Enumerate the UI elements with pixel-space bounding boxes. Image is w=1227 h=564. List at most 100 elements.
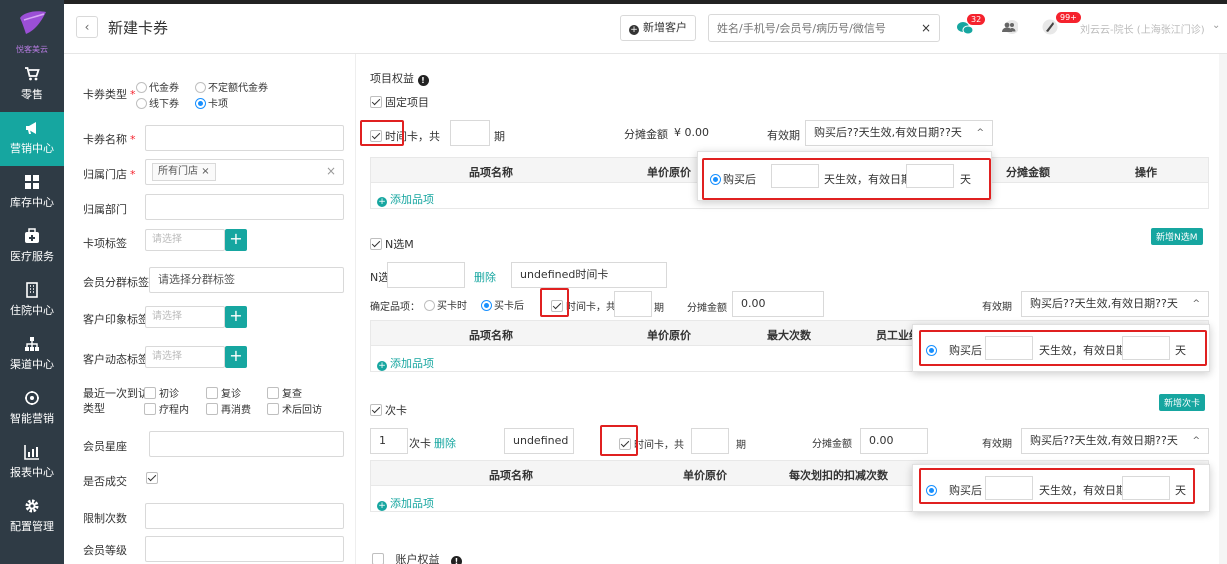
- back-button[interactable]: ‹: [76, 16, 98, 38]
- level-input[interactable]: [145, 536, 344, 562]
- count-name-input[interactable]: undefined: [504, 428, 574, 454]
- chevron-down-icon[interactable]: ⌄: [1212, 20, 1220, 31]
- card-type-unfixed-voucher[interactable]: 不定额代金券: [195, 79, 268, 94]
- count-alloc-input[interactable]: 0.00: [860, 428, 928, 454]
- visit-in-course[interactable]: 疗程内: [144, 401, 189, 416]
- radio[interactable]: [136, 82, 147, 93]
- radio-selected[interactable]: [195, 98, 206, 109]
- nm-n-input[interactable]: [387, 262, 465, 288]
- nm-alloc-input[interactable]: 0.00: [732, 291, 824, 317]
- search-input[interactable]: [709, 15, 909, 41]
- visit-reconsume[interactable]: 再消费: [206, 401, 251, 416]
- count-card-toggle[interactable]: 次卡: [370, 402, 407, 418]
- checkbox-checked[interactable]: [370, 404, 382, 416]
- info-icon[interactable]: !: [417, 75, 429, 86]
- sidebar: 悦客美云 零售 营销中心 库存中心 医疗服务 住院中心 渠道中心 智能营销 报表…: [0, 0, 64, 564]
- checkbox-checked[interactable]: [370, 96, 382, 108]
- count-delete-link[interactable]: 删除: [434, 435, 456, 451]
- visit-return[interactable]: 复诊: [206, 385, 241, 400]
- nm-delete-link[interactable]: 删除: [474, 269, 496, 285]
- sidebar-item-smart-marketing[interactable]: 智能营销: [0, 382, 64, 436]
- checkbox[interactable]: [267, 387, 279, 399]
- count-period-input[interactable]: [691, 428, 729, 454]
- count-valid-select[interactable]: 购买后??天生效,有效日期??天 ^: [1021, 428, 1209, 454]
- user-name[interactable]: 刘云云-院长 (上海张江门诊): [1080, 21, 1205, 36]
- fixed-add-item-button[interactable]: + 添加品项: [377, 191, 434, 207]
- visit-first[interactable]: 初诊: [144, 385, 179, 400]
- dynamic-select[interactable]: 请选择: [145, 346, 225, 368]
- card-name-input[interactable]: [145, 125, 344, 151]
- nm-name-input[interactable]: undefined时间卡: [511, 262, 667, 288]
- sidebar-item-config[interactable]: 配置管理: [0, 490, 64, 544]
- sidebar-item-reports[interactable]: 报表中心: [0, 436, 64, 490]
- star-input[interactable]: [149, 431, 344, 457]
- card-type-label: 卡券类型 *: [83, 88, 136, 101]
- count-input[interactable]: 1: [370, 428, 408, 454]
- checkbox-checked[interactable]: [370, 238, 382, 250]
- customer-search[interactable]: ×: [708, 14, 940, 42]
- clear-icon[interactable]: ×: [326, 164, 336, 178]
- sidebar-item-inpatient[interactable]: 住院中心: [0, 274, 64, 328]
- fixed-valid-select[interactable]: 购买后??天生效,有效日期??天 ^: [805, 120, 993, 146]
- nm-opt-buy-time[interactable]: 买卡时: [424, 297, 467, 312]
- nm-valid-select[interactable]: 购买后??天生效,有效日期??天 ^: [1021, 291, 1209, 317]
- notification-icon[interactable]: [1042, 19, 1058, 35]
- sidebar-item-marketing[interactable]: 营销中心: [0, 112, 64, 166]
- radio[interactable]: [195, 82, 206, 93]
- checkbox[interactable]: [206, 403, 218, 415]
- visit-recheck[interactable]: 复查: [267, 385, 302, 400]
- new-customer-button[interactable]: + 新增客户: [620, 15, 696, 41]
- card-type-card[interactable]: 卡项: [195, 95, 228, 110]
- add-nm-button[interactable]: 新增N选M: [1151, 228, 1203, 245]
- logo-text: 悦客美云: [16, 45, 48, 54]
- card-tag-select[interactable]: 请选择: [145, 229, 225, 251]
- nm-period-input[interactable]: [614, 291, 652, 317]
- clear-icon[interactable]: ×: [921, 21, 931, 35]
- add-impression-button[interactable]: +: [225, 306, 247, 328]
- dept-input[interactable]: [145, 194, 344, 220]
- store-select[interactable]: 所有门店 × ×: [145, 159, 344, 185]
- checkbox-checked[interactable]: [146, 472, 158, 484]
- deal-checkbox[interactable]: [146, 472, 161, 485]
- sidebar-item-inventory[interactable]: 库存中心: [0, 166, 64, 220]
- checkbox[interactable]: [144, 387, 156, 399]
- limit-input[interactable]: [145, 503, 344, 529]
- sidebar-item-channel[interactable]: 渠道中心: [0, 328, 64, 382]
- visit-post-op[interactable]: 术后回访: [267, 401, 322, 416]
- col-header: 品项名称: [469, 166, 513, 179]
- nm-add-item-button[interactable]: + 添加品项: [377, 355, 434, 371]
- card-type-offline[interactable]: 线下券: [136, 95, 179, 110]
- tag-close-icon[interactable]: ×: [201, 166, 209, 177]
- add-dynamic-button[interactable]: +: [225, 346, 247, 368]
- basic-info-form: 卡券类型 * 代金券 不定额代金券 线下券 卡项 卡券名称 * 归属门店 * 所有门店…: [64, 54, 356, 564]
- add-card-tag-button[interactable]: +: [225, 229, 247, 251]
- main-content: 卡券类型 * 代金券 不定额代金券 线下券 卡项 卡券名称 * 归属门店 * 所有门店…: [64, 54, 1227, 564]
- count-add-item-button[interactable]: + 添加品项: [377, 495, 434, 511]
- add-count-card-button[interactable]: 新增次卡: [1159, 394, 1206, 411]
- fixed-valid-label: 有效期: [767, 129, 800, 142]
- nm-toggle[interactable]: N选M: [370, 236, 414, 252]
- impression-select[interactable]: 请选择: [145, 306, 225, 328]
- radio[interactable]: [136, 98, 147, 109]
- checkbox[interactable]: [372, 553, 384, 564]
- highlight-box: [702, 158, 991, 200]
- fixed-period-input[interactable]: [450, 120, 490, 146]
- col-header: 单价原价: [683, 469, 727, 482]
- users-icon[interactable]: [1000, 19, 1018, 35]
- info-icon[interactable]: !: [451, 556, 462, 564]
- nm-valid-label: 有效期: [982, 302, 1012, 313]
- checkbox[interactable]: [206, 387, 218, 399]
- fixed-project-toggle[interactable]: 固定项目: [370, 94, 429, 110]
- checkbox[interactable]: [267, 403, 279, 415]
- scrollbar[interactable]: [1219, 54, 1227, 564]
- card-type-voucher[interactable]: 代金券: [136, 79, 179, 94]
- checkbox[interactable]: [144, 403, 156, 415]
- period-unit: 期: [736, 440, 746, 451]
- highlight-box: [919, 468, 1195, 504]
- sidebar-item-medical[interactable]: 医疗服务: [0, 220, 64, 274]
- member-group-select[interactable]: 请选择分群标签: [149, 267, 344, 293]
- account-rights-toggle[interactable]: 账户权益 !: [372, 551, 462, 564]
- nm-opt-after-buy[interactable]: 买卡后: [481, 297, 524, 312]
- sidebar-item-label: 库存中心: [10, 196, 54, 209]
- sidebar-item-retail[interactable]: 零售: [0, 58, 64, 112]
